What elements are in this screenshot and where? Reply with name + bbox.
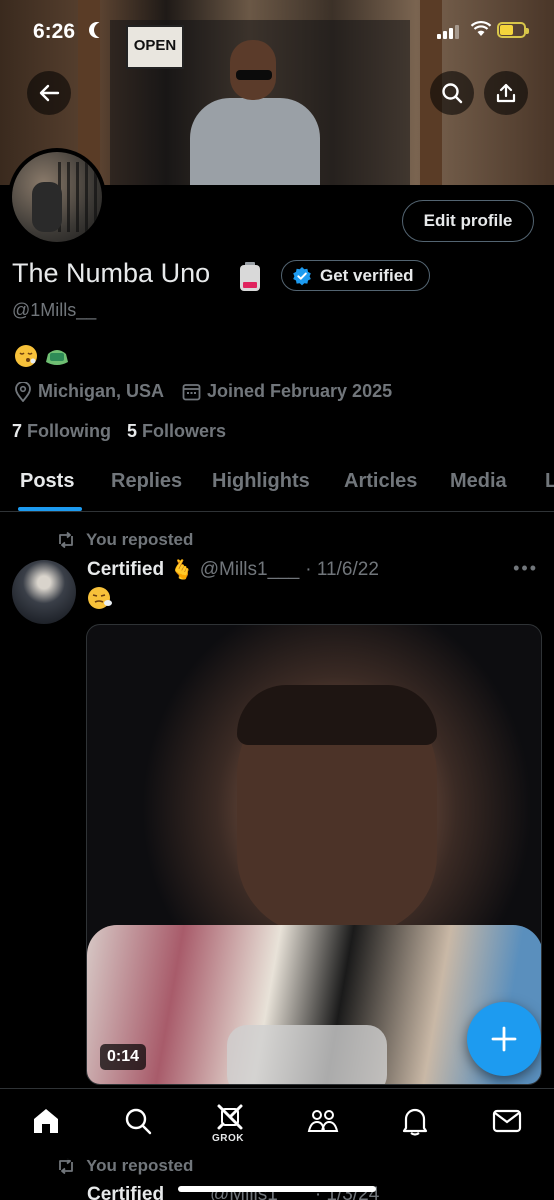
post-author-name[interactable]: Certified xyxy=(87,559,164,581)
joined-text: Joined February 2025 xyxy=(207,381,393,401)
nav-grok[interactable] xyxy=(214,1101,246,1133)
tab-articles[interactable]: Articles xyxy=(344,470,417,493)
home-indicator xyxy=(178,1186,376,1192)
repost-icon xyxy=(59,532,73,548)
active-tab-indicator xyxy=(18,507,82,511)
followers-link[interactable]: 5 Followers xyxy=(127,421,226,442)
tab-highlights[interactable]: Highlights xyxy=(212,470,310,493)
post-author-avatar[interactable] xyxy=(12,560,76,624)
tab-replies[interactable]: Replies xyxy=(111,470,182,493)
get-verified-label: Get verified xyxy=(320,265,414,285)
repost-icon xyxy=(59,1158,73,1174)
grok-icon xyxy=(217,1104,243,1130)
share-icon xyxy=(496,83,516,103)
arrow-left-icon xyxy=(39,84,60,102)
calendar-icon xyxy=(182,384,201,401)
verified-badge-icon xyxy=(293,266,311,285)
nav-notifications[interactable] xyxy=(399,1105,431,1137)
compose-post-button[interactable] xyxy=(467,1002,541,1076)
bio xyxy=(14,344,70,368)
nav-home[interactable] xyxy=(30,1105,62,1137)
follow-counts: 7 Following 5 Followers xyxy=(12,421,226,442)
communities-icon xyxy=(307,1110,339,1132)
location-pin-icon xyxy=(15,381,31,402)
bell-icon xyxy=(402,1108,428,1136)
focus-moon-icon xyxy=(94,22,110,38)
sneezing-face-emoji-icon xyxy=(88,587,112,609)
post-text xyxy=(87,586,113,615)
get-verified-button[interactable]: Get verified xyxy=(281,260,430,291)
home-icon xyxy=(34,1109,58,1133)
share-button[interactable] xyxy=(484,71,528,115)
profile-avatar[interactable] xyxy=(8,148,106,246)
profile-handle: @1Mills__ xyxy=(12,300,97,320)
post-more-icon[interactable]: ••• xyxy=(513,558,538,579)
wifi-icon xyxy=(470,21,492,42)
post-date: · 11/6/22 xyxy=(305,559,379,580)
mail-icon xyxy=(492,1109,522,1133)
search-icon xyxy=(442,83,463,104)
nav-communities[interactable] xyxy=(307,1105,339,1137)
edit-profile-button[interactable]: Edit profile xyxy=(402,200,534,242)
grok-label: GROK xyxy=(212,1133,244,1144)
post-header: Certified 🫰 @Mills1___ · 11/6/22 xyxy=(87,558,379,582)
cellular-signal-icon xyxy=(437,25,459,39)
back-button[interactable] xyxy=(27,71,71,115)
location-text: Michigan, USA xyxy=(38,381,165,401)
tab-likes[interactable]: L xyxy=(545,470,554,493)
low-battery-emoji-icon xyxy=(240,262,260,291)
battery-icon xyxy=(497,22,529,38)
bottom-navigation: GROK xyxy=(0,1088,554,1160)
video-duration: 0:14 xyxy=(100,1044,147,1070)
tab-posts[interactable]: Posts xyxy=(20,470,74,493)
exhaling-face-emoji-icon xyxy=(15,345,37,367)
tab-media[interactable]: Media xyxy=(450,470,507,493)
search-button[interactable] xyxy=(430,71,474,115)
next-post-author: Certified xyxy=(87,1184,165,1200)
post-author-handle[interactable]: @Mills1___ xyxy=(200,559,300,581)
repost-indicator: You reposted xyxy=(56,530,193,550)
money-bag-emoji-icon xyxy=(46,350,68,365)
status-time: 6:26 xyxy=(33,20,76,43)
profile-tabs: Posts Replies Highlights Articles Media … xyxy=(0,462,554,512)
nav-search[interactable] xyxy=(122,1105,154,1137)
plus-icon xyxy=(491,1026,517,1052)
author-emoji: 🫰 xyxy=(170,560,194,581)
search-icon xyxy=(125,1108,152,1135)
nav-messages[interactable] xyxy=(491,1105,523,1137)
following-link[interactable]: 7 Following xyxy=(12,421,111,442)
profile-meta: Michigan, USA Joined February 2025 xyxy=(14,381,410,402)
profile-name: The Numba Uno xyxy=(12,258,211,288)
status-bar: 6:26 xyxy=(0,0,554,60)
